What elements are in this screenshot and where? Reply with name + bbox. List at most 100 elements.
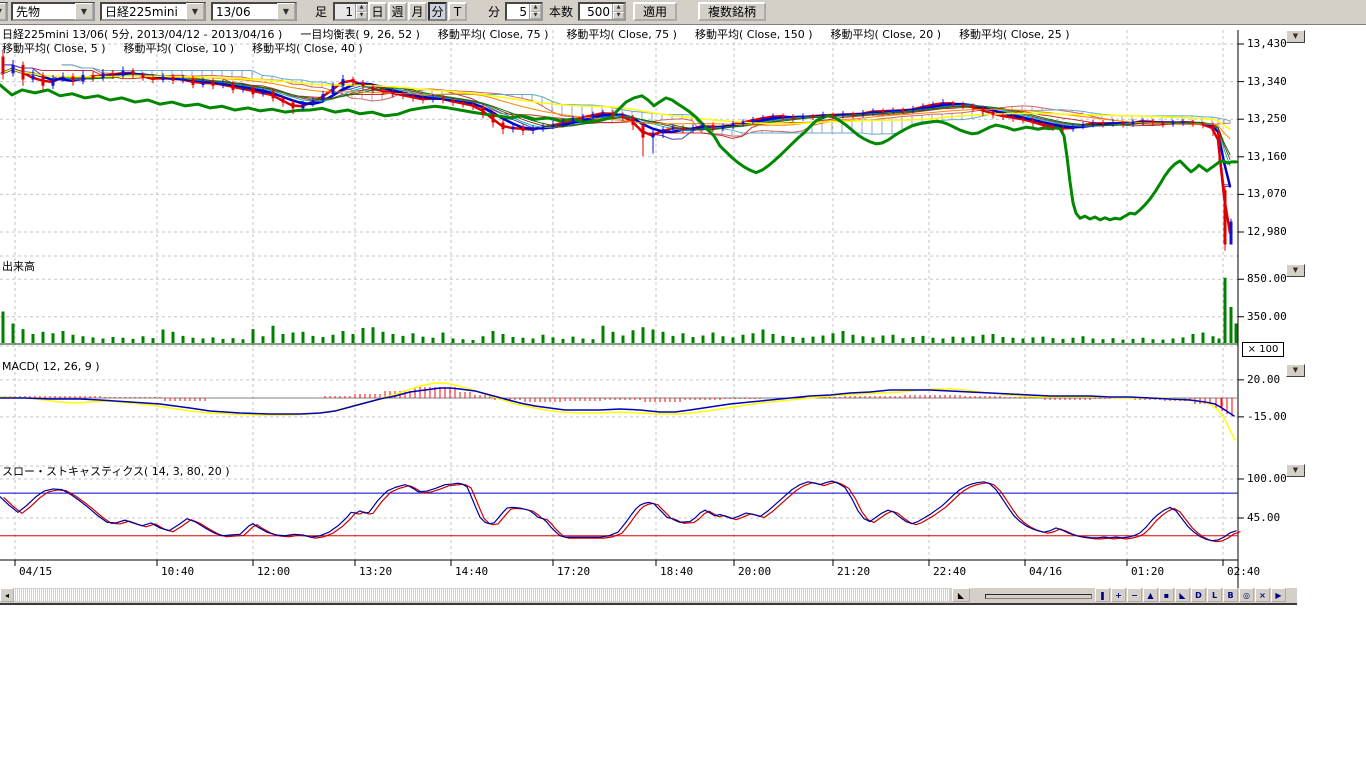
chevron-down-icon[interactable]: ▼ — [277, 3, 295, 20]
chevron-down-icon: ▼ — [1293, 33, 1298, 40]
chart-tool-button-9[interactable]: ◎ — [1239, 588, 1254, 602]
contract-month-combo-value: 13/06 — [213, 5, 277, 19]
axis-label: 45.00 — [1247, 511, 1280, 524]
chart-tool-button-1[interactable]: + — [1111, 588, 1126, 602]
chevron-down-icon: ▼ — [1293, 467, 1298, 474]
zoom-slider[interactable] — [985, 594, 1092, 599]
axis-label: 13,070 — [1247, 187, 1287, 200]
chart-tool-button-7[interactable]: L — [1207, 588, 1222, 602]
triangle-icon: ◣ — [958, 591, 964, 600]
chevron-down-icon: ▼ — [1293, 367, 1298, 374]
chevron-down-icon[interactable]: ▼ — [75, 3, 93, 20]
bar-count-label: 本数 — [549, 2, 573, 21]
bar-count-stepper[interactable]: 500 ▲▼ — [578, 2, 626, 21]
symbol-combo-value: 日経225mini — [102, 3, 186, 20]
apply-button[interactable]: 適用 — [633, 2, 677, 21]
axis-label: 13:20 — [359, 565, 392, 578]
chart-tool-button-3[interactable]: ▲ — [1143, 588, 1158, 602]
minute-value: 5 — [507, 4, 529, 19]
chevron-down-icon: ▼ — [1293, 267, 1298, 274]
period-button-1[interactable]: 週 — [388, 2, 407, 21]
category-combo[interactable]: 先物 ▼ — [11, 2, 95, 21]
legend-item: 移動平均( Close, 40 ) — [252, 42, 363, 55]
chart-tool-button-4[interactable]: ▪ — [1159, 588, 1174, 602]
legend-item: 移動平均( Close, 10 ) — [124, 42, 235, 55]
contract-month-combo[interactable]: 13/06 ▼ — [211, 2, 297, 21]
period-button-2[interactable]: 月 — [408, 2, 427, 21]
axis-label: 21:20 — [837, 565, 870, 578]
chart-application-window: ▼ 先物 ▼ 日経225mini ▼ 13/06 ▼ 足 1 ▲▼ 日週月分T … — [0, 0, 1366, 768]
period-button-4[interactable]: T — [448, 2, 467, 21]
axis-label: 350.00 — [1247, 310, 1287, 323]
arrow-left-icon: ◂ — [5, 591, 9, 600]
macd-pane-label: MACD( 12, 26, 9 ) — [2, 360, 100, 373]
axis-label: 100.00 — [1247, 472, 1287, 485]
multi-symbol-button[interactable]: 複数銘柄 — [698, 2, 766, 21]
axis-label: 02:40 — [1227, 565, 1260, 578]
axis-label: 13,430 — [1247, 37, 1287, 50]
stochastics-pane-label: スロー・ストキャスティクス( 14, 3, 80, 20 ) — [2, 463, 230, 479]
chart-tool-button-0[interactable]: ❚ — [1095, 588, 1110, 602]
axis-label: 18:40 — [660, 565, 693, 578]
axis-label: 04/16 — [1029, 565, 1062, 578]
chart-tool-button-8[interactable]: B — [1223, 588, 1238, 602]
axis-label: 14:40 — [455, 565, 488, 578]
axis-label: 01:20 — [1131, 565, 1164, 578]
chevron-down-icon[interactable]: ▼ — [0, 3, 6, 20]
category-combo-value: 先物 — [13, 3, 75, 20]
spinner-arrows-icon[interactable]: ▲▼ — [529, 4, 541, 19]
axis-label: 20:00 — [738, 565, 771, 578]
window-bottom-border — [0, 603, 1297, 605]
volume-pane-label: 出来高 — [2, 258, 35, 274]
spinner-arrows-icon[interactable]: ▲▼ — [612, 4, 624, 19]
macd-pane-dropdown-button[interactable]: ▼ — [1286, 364, 1305, 377]
axis-label: 13,160 — [1247, 150, 1287, 163]
period-button-3[interactable]: 分 — [428, 2, 447, 21]
volume-pane-dropdown-button[interactable]: ▼ — [1286, 264, 1305, 277]
legend-row-2: 移動平均( Close, 5 ) 移動平均( Close, 10 ) 移動平均( C… — [2, 40, 381, 56]
scrollbar-thumb[interactable]: ◣ — [952, 588, 970, 602]
axis-label: 22:40 — [933, 565, 966, 578]
legend-item: 移動平均( Close, 20 ) — [831, 28, 942, 41]
horizontal-scrollbar: ◂ ◣ ❚+−▲▪◣DLB◎×▶ — [0, 588, 1297, 603]
legend-item: 移動平均( Close, 75 ) — [438, 28, 549, 41]
axis-label: 20.00 — [1247, 373, 1280, 386]
ashi-stepper[interactable]: 1 ▲▼ — [333, 2, 369, 21]
chart-canvas[interactable] — [0, 0, 1366, 768]
axis-label: 17:20 — [557, 565, 590, 578]
axis-label: -15.00 — [1247, 410, 1287, 423]
scrollbar-track[interactable] — [14, 589, 950, 601]
left-stub-combo[interactable]: ▼ — [0, 2, 8, 21]
minute-label: 分 — [488, 2, 500, 21]
price-pane-dropdown-button[interactable]: ▼ — [1286, 30, 1305, 43]
axis-label: 13,340 — [1247, 75, 1287, 88]
symbol-combo[interactable]: 日経225mini ▼ — [100, 2, 206, 21]
ashi-value: 1 — [335, 4, 355, 19]
ashi-label: 足 — [315, 2, 327, 21]
period-button-0[interactable]: 日 — [368, 2, 387, 21]
chevron-down-icon[interactable]: ▼ — [186, 3, 204, 20]
chart-tool-button-6[interactable]: D — [1191, 588, 1206, 602]
axis-label: 12,980 — [1247, 225, 1287, 238]
stochastics-pane-dropdown-button[interactable]: ▼ — [1286, 464, 1305, 477]
toolbar: ▼ 先物 ▼ 日経225mini ▼ 13/06 ▼ 足 1 ▲▼ 日週月分T … — [0, 0, 1366, 25]
chart-tool-button-5[interactable]: ◣ — [1175, 588, 1190, 602]
minute-stepper[interactable]: 5 ▲▼ — [505, 2, 543, 21]
chart-tool-button-10[interactable]: × — [1255, 588, 1270, 602]
axis-label: 13,250 — [1247, 112, 1287, 125]
bar-count-value: 500 — [580, 4, 612, 19]
chart-tool-buttons: ❚+−▲▪◣DLB◎×▶ — [1095, 588, 1287, 602]
legend-item: 移動平均( Close, 5 ) — [2, 42, 106, 55]
axis-label: 04/15 — [19, 565, 52, 578]
axis-label: 10:40 — [161, 565, 194, 578]
axis-label: 850.00 — [1247, 272, 1287, 285]
scroll-left-button[interactable]: ◂ — [0, 588, 14, 602]
axis-label: 12:00 — [257, 565, 290, 578]
legend-item: 移動平均( Close, 75 ) — [566, 28, 677, 41]
legend-item: 移動平均( Close, 150 ) — [695, 28, 813, 41]
spinner-arrows-icon[interactable]: ▲▼ — [355, 4, 367, 19]
chart-tool-button-11[interactable]: ▶ — [1271, 588, 1286, 602]
volume-multiplier-badge: × 100 — [1242, 342, 1284, 357]
legend-item: 移動平均( Close, 25 ) — [959, 28, 1070, 41]
chart-tool-button-2[interactable]: − — [1127, 588, 1142, 602]
